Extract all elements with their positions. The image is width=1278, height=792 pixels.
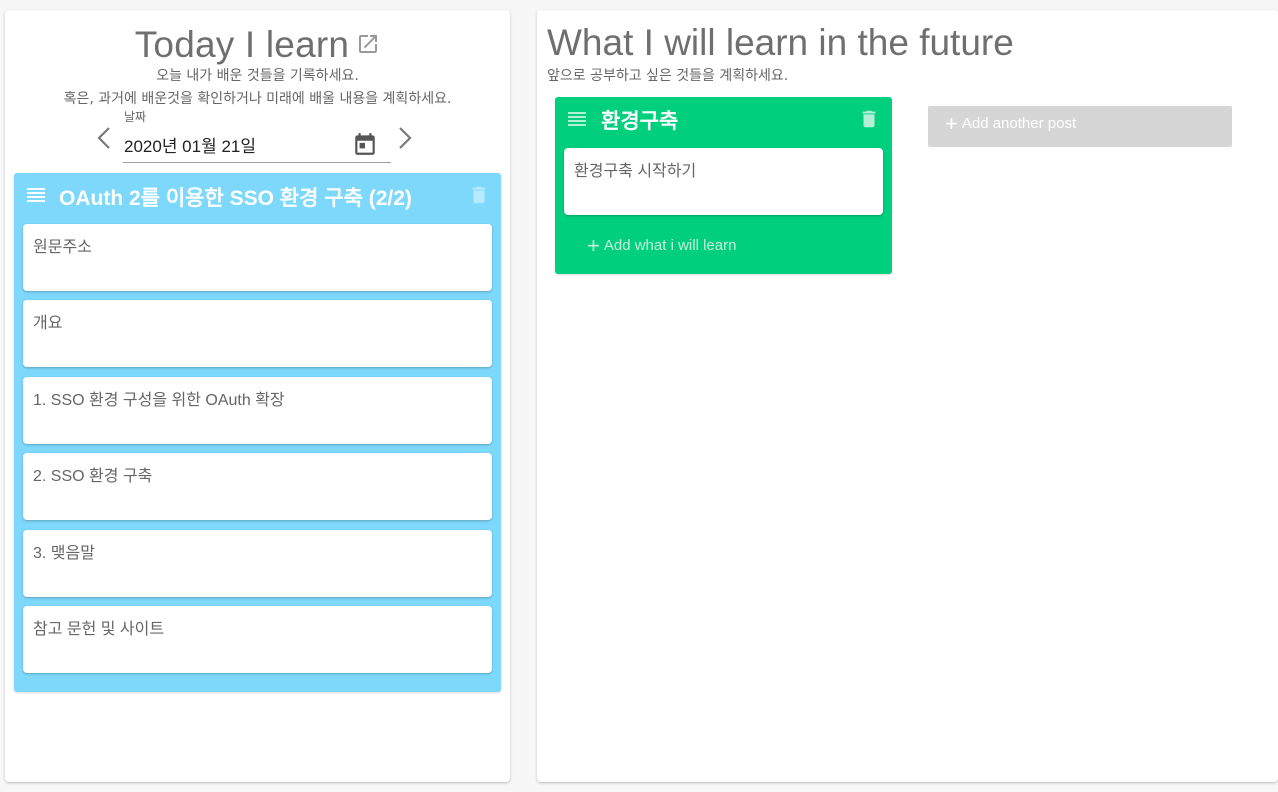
- list-item[interactable]: 참고 문헌 및 사이트: [23, 606, 492, 673]
- future-title: What I will learn in the future: [547, 22, 1014, 63]
- add-learn-label: Add what i will learn: [603, 236, 737, 254]
- add-post-button[interactable]: + Add another post: [928, 106, 1232, 147]
- date-value[interactable]: 2020년 01월 21일: [124, 132, 256, 157]
- calendar-icon[interactable]: [352, 131, 378, 157]
- chevron-right-icon[interactable]: [393, 124, 417, 152]
- board-title: 환경구축: [601, 110, 679, 133]
- board-title: OAuth 2를 이용한 SSO 환경 구축 (2/2): [59, 187, 412, 210]
- date-label: 날짜: [124, 110, 147, 124]
- list-item[interactable]: 환경구축 시작하기: [564, 148, 883, 215]
- trash-icon[interactable]: [468, 183, 490, 207]
- drag-handle-icon[interactable]: [24, 183, 48, 207]
- date-underline: [123, 162, 391, 163]
- add-post-label: Add another post: [961, 115, 1077, 132]
- subtitle-record: 오늘 내가 배운 것들을 기록하세요.: [156, 68, 359, 84]
- chevron-left-icon[interactable]: [92, 124, 116, 152]
- drag-handle-icon[interactable]: [565, 107, 589, 131]
- open-in-new-icon[interactable]: [356, 32, 380, 56]
- list-item[interactable]: 3. 맺음말: [23, 530, 492, 597]
- add-learn-button[interactable]: + Add what i will learn: [587, 233, 737, 258]
- future-learn-panel: What I will learn in the future 앞으로 공부하고…: [537, 10, 1278, 782]
- board-header: OAuth 2를 이용한 SSO 환경 구축 (2/2): [14, 173, 501, 219]
- plus-icon: +: [587, 233, 600, 258]
- list-item[interactable]: 원문주소: [23, 224, 492, 291]
- trash-icon[interactable]: [858, 107, 880, 131]
- list-item[interactable]: 2. SSO 환경 구축: [23, 453, 492, 520]
- page-title: Today I learn: [134, 24, 350, 65]
- list-item[interactable]: 1. SSO 환경 구성을 위한 OAuth 확장: [23, 377, 492, 444]
- today-i-learn-panel: Today I learn 오늘 내가 배운 것들을 기록하세요. 혹은, 과거…: [5, 10, 510, 782]
- subtitle-plan: 혹은, 과거에 배운것을 확인하거나 미래에 배울 내용을 계획하세요.: [63, 91, 452, 107]
- future-board: 환경구축 환경구축 시작하기 + Add what i will learn: [555, 97, 892, 274]
- plus-icon: +: [945, 111, 958, 137]
- list-item[interactable]: 개요: [23, 300, 492, 367]
- learned-board: OAuth 2를 이용한 SSO 환경 구축 (2/2) 원문주소 개요 1. …: [14, 173, 501, 692]
- future-subtitle: 앞으로 공부하고 싶은 것들을 계획하세요.: [547, 68, 789, 84]
- date-picker-field[interactable]: 날짜 2020년 01월 21일: [123, 108, 391, 164]
- title-row: Today I learn: [5, 24, 510, 66]
